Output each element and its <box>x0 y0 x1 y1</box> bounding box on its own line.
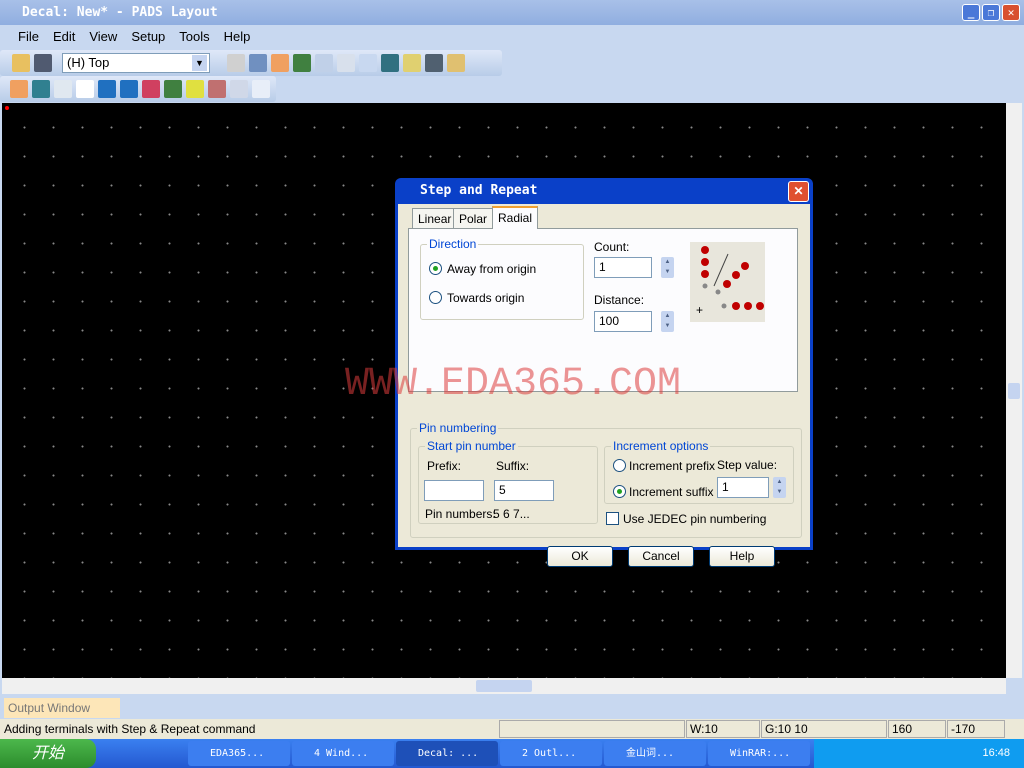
list-icon[interactable] <box>252 80 270 98</box>
text-icon[interactable] <box>76 80 94 98</box>
status-bar: Adding terminals with Step & Repeat comm… <box>0 719 1024 739</box>
task-winrar[interactable]: WinRAR:... <box>708 741 810 766</box>
layer-select[interactable]: (H) Top ▼ <box>62 53 210 73</box>
menu-view[interactable]: View <box>89 29 117 44</box>
jedec-checkbox[interactable] <box>606 512 619 525</box>
zoom-icon[interactable] <box>358 54 377 72</box>
select-icon[interactable] <box>10 80 28 98</box>
system-tray: 16:48 <box>814 739 1024 768</box>
suffix-input[interactable]: 5 <box>494 480 554 501</box>
keepout-icon[interactable] <box>142 80 160 98</box>
menu-help[interactable]: Help <box>224 29 251 44</box>
standard-toolbar: (H) Top ▼ <box>0 50 502 76</box>
title-bar: Decal: New* - PADS Layout _ ❐ ✕ <box>0 0 1024 25</box>
step-repeat-dialog: Step and Repeat ✕ Linear Polar Radial Di… <box>395 178 813 567</box>
task-eda365[interactable]: EDA365... <box>188 741 290 766</box>
redo-icon[interactable] <box>336 54 355 72</box>
count-input[interactable]: 1 <box>594 257 652 278</box>
board-icon[interactable] <box>292 54 311 72</box>
chevron-down-icon[interactable]: ▼ <box>192 55 207 71</box>
open-icon[interactable] <box>12 54 30 72</box>
status-x: 160 <box>888 720 946 738</box>
task-decal[interactable]: Decal: ... <box>396 741 498 766</box>
task-jinshan[interactable]: 金山词... <box>604 741 706 766</box>
layer-select-value: (H) Top <box>67 55 110 70</box>
increment-suffix-radio[interactable] <box>613 485 626 498</box>
start-pin-group: Start pin number Prefix: Suffix: 5 Pin n… <box>418 439 598 524</box>
help-button[interactable]: Help <box>709 546 775 567</box>
status-width: W:10 <box>686 720 760 738</box>
terminal-icon[interactable] <box>32 80 50 98</box>
menu-tools[interactable]: Tools <box>179 29 209 44</box>
prefix-input[interactable] <box>424 480 484 501</box>
window-icon[interactable] <box>446 54 465 72</box>
count-spinner[interactable]: ▲ ▼ <box>661 257 674 278</box>
task-outlook[interactable]: 2 Outl... <box>500 741 602 766</box>
status-grid: G:10 10 <box>761 720 887 738</box>
menu-setup[interactable]: Setup <box>131 29 165 44</box>
hammer-icon[interactable] <box>424 54 443 72</box>
increment-prefix-radio[interactable] <box>613 459 626 472</box>
brush-icon[interactable] <box>402 54 421 72</box>
start-button[interactable]: 开始 <box>0 739 96 768</box>
increment-options-group: Increment options Increment prefix Incre… <box>604 439 794 504</box>
dialog-close-button[interactable]: ✕ <box>788 181 809 202</box>
undo-icon[interactable] <box>314 54 333 72</box>
status-message: Adding terminals with Step & Repeat comm… <box>4 722 256 736</box>
vertical-scrollbar[interactable] <box>1006 103 1022 678</box>
cancel-button[interactable]: Cancel <box>628 546 694 567</box>
quick-launch-icons[interactable] <box>106 745 176 761</box>
save-icon[interactable] <box>34 54 52 72</box>
view-icon[interactable] <box>380 54 399 72</box>
clock: 16:48 <box>982 747 1010 759</box>
properties-icon[interactable] <box>226 54 245 72</box>
dialog-title: Step and Repeat <box>420 183 538 198</box>
origin-marker <box>5 106 9 110</box>
2d-line-icon[interactable] <box>164 80 182 98</box>
towards-radio[interactable] <box>429 291 442 304</box>
restore-button[interactable]: ❐ <box>982 4 1000 21</box>
task-windows-folder[interactable]: 4 Wind... <box>292 741 394 766</box>
dxf-icon[interactable] <box>230 80 248 98</box>
step-value-input[interactable]: 1 <box>717 477 769 498</box>
cutout-icon[interactable] <box>120 80 138 98</box>
direction-group: Direction Away from origin Towards origi… <box>420 237 584 320</box>
drafting-toolbar <box>0 76 276 102</box>
distance-spinner[interactable]: ▲ ▼ <box>661 311 674 332</box>
pin-icon[interactable] <box>54 80 72 98</box>
window-title: Decal: New* - PADS Layout <box>22 5 218 20</box>
svg-text:+: + <box>696 303 703 317</box>
away-radio[interactable] <box>429 262 442 275</box>
minimize-button[interactable]: _ <box>962 4 980 21</box>
step-value-spinner[interactable]: ▲ ▼ <box>773 477 786 498</box>
menu-edit[interactable]: Edit <box>53 29 75 44</box>
tab-linear[interactable]: Linear <box>412 208 458 228</box>
copper-icon[interactable] <box>98 80 116 98</box>
taskbar: 开始 EDA365... 4 Wind... Decal: ... 2 Outl… <box>0 739 1024 768</box>
refresh-icon[interactable] <box>248 54 267 72</box>
wizard-icon[interactable] <box>186 80 204 98</box>
ok-button[interactable]: OK <box>547 546 613 567</box>
tab-polar[interactable]: Polar <box>453 208 494 228</box>
renumber-icon[interactable] <box>208 80 226 98</box>
menu-bar: File Edit View Setup Tools Help <box>0 25 1024 49</box>
menu-file[interactable]: File <box>18 29 39 44</box>
status-y: -170 <box>947 720 1005 738</box>
tab-radial[interactable]: Radial <box>492 206 539 229</box>
distance-input[interactable]: 100 <box>594 311 652 332</box>
horizontal-scrollbar[interactable] <box>2 678 1006 694</box>
output-window-tab[interactable]: Output Window <box>4 698 120 718</box>
radial-preview-image: + <box>690 242 765 322</box>
close-button[interactable]: ✕ <box>1002 4 1020 21</box>
design-toolbar-icon[interactable] <box>270 54 289 72</box>
